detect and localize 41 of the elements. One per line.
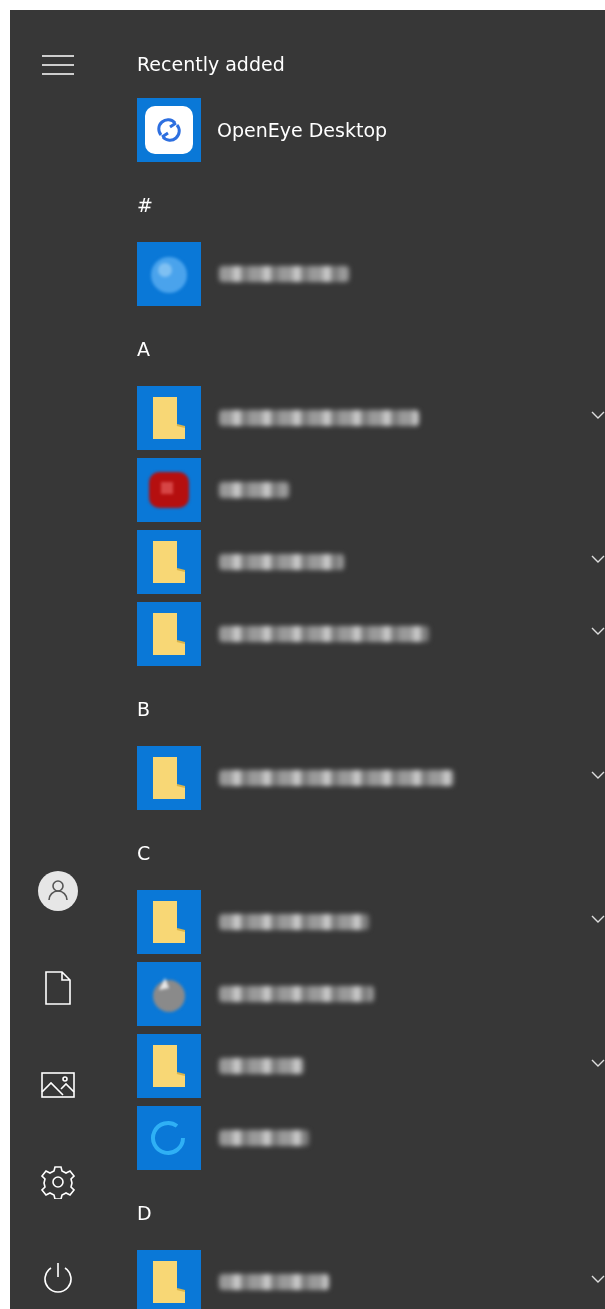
folder-icon xyxy=(153,901,185,943)
folder-icon xyxy=(153,541,185,583)
app-name[interactable]: OpenEye Desktop xyxy=(217,119,388,141)
app-tile[interactable] xyxy=(137,386,201,450)
chevron-icon[interactable] xyxy=(591,914,605,924)
chevron-icon[interactable] xyxy=(591,1058,605,1068)
section-header: D xyxy=(137,1201,153,1225)
folder-icon xyxy=(153,613,185,655)
app-tile[interactable] xyxy=(137,890,201,954)
menu-icon xyxy=(41,54,75,76)
picture-icon xyxy=(41,1072,75,1098)
app-tile[interactable] xyxy=(137,962,201,1026)
settings-icon xyxy=(41,1165,75,1199)
power-icon xyxy=(42,1262,74,1296)
folder-icon xyxy=(153,397,185,439)
user-icon xyxy=(38,871,78,911)
app-tile[interactable] xyxy=(137,1106,201,1170)
folder-icon xyxy=(153,1045,185,1087)
section-header: A xyxy=(137,337,151,361)
app-tile[interactable] xyxy=(137,458,201,522)
section-header: # xyxy=(137,193,154,217)
app-tile[interactable] xyxy=(137,530,201,594)
app-tile[interactable] xyxy=(137,242,201,306)
chevron-icon[interactable] xyxy=(591,770,605,780)
blurred-app-name xyxy=(219,482,289,498)
chevron-icon[interactable] xyxy=(591,554,605,564)
folder-icon xyxy=(153,757,185,799)
app-tile[interactable] xyxy=(137,1034,201,1098)
app-tile[interactable] xyxy=(137,746,201,810)
section-header: Recently added xyxy=(137,52,286,76)
app-tile[interactable] xyxy=(137,98,201,162)
swirl-logo-icon xyxy=(144,105,194,155)
chevron-icon[interactable] xyxy=(591,410,605,420)
chevron-icon[interactable] xyxy=(591,626,605,636)
app-tile[interactable] xyxy=(137,1250,201,1309)
section-header: B xyxy=(137,697,152,721)
section-header: C xyxy=(137,841,152,865)
app-tile[interactable] xyxy=(137,602,201,666)
document-icon xyxy=(44,971,72,1005)
folder-icon xyxy=(153,1261,185,1303)
chevron-icon[interactable] xyxy=(591,1274,605,1284)
